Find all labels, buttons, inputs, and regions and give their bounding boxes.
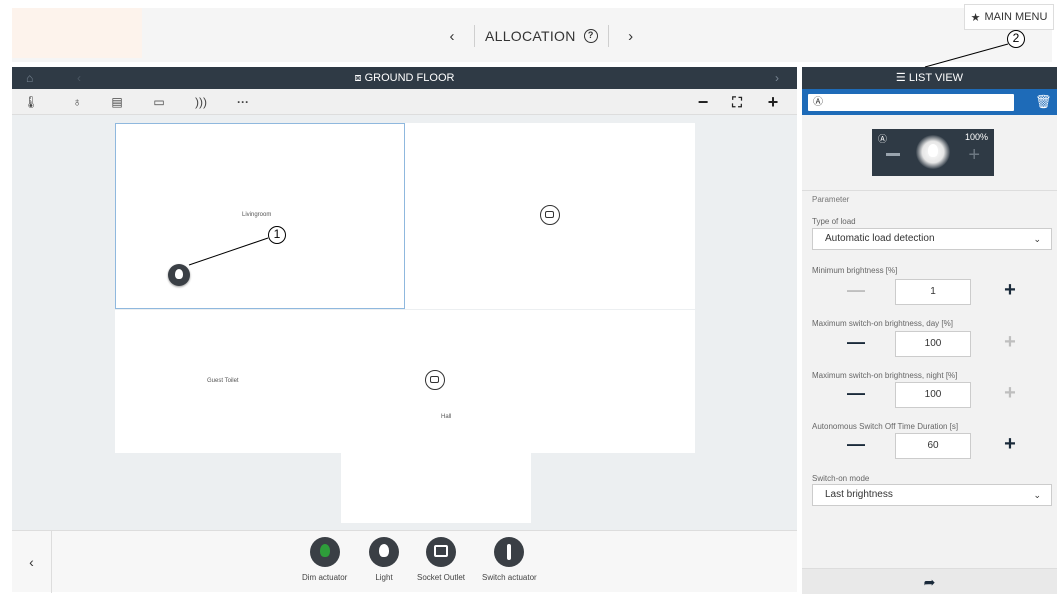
switch-on-mode-label: Switch-on mode	[812, 474, 870, 483]
palette-item-socket-outlet[interactable]: Socket Outlet	[417, 537, 465, 582]
window-icon[interactable]: ▭	[150, 93, 168, 111]
min-brightness-label: Minimum brightness [%]	[812, 266, 898, 275]
socket-outlet-icon[interactable]	[540, 205, 560, 225]
divider	[474, 25, 475, 47]
list-view-header[interactable]: ☰ LIST VIEW	[802, 67, 1057, 89]
floor-plan-canvas[interactable]: Livingroom Guest Toilet Hall	[12, 115, 797, 530]
star-icon: ★	[970, 11, 981, 24]
logo	[12, 8, 142, 58]
main-menu-button[interactable]: ★ MAIN MENU	[964, 4, 1054, 30]
device-name-input[interactable]: Ⓐ	[808, 94, 1014, 111]
auto-off-input[interactable]: 60	[895, 433, 971, 459]
palette-item-dim-actuator[interactable]: Dim actuator	[302, 537, 347, 582]
divider	[802, 190, 1057, 191]
room-label-guest-toilet: Guest Toilet	[207, 378, 239, 384]
nav-prev-button[interactable]: ‹	[440, 28, 464, 45]
more-icon[interactable]: ···	[234, 93, 252, 111]
floor-header: ⌂ ‹ ⧈ GROUND FLOOR ›	[12, 67, 797, 89]
dimmer-tile[interactable]: Ⓐ 100% +	[872, 129, 994, 176]
max-day-decrease-button[interactable]: —	[847, 331, 865, 353]
max-day-increase-button[interactable]: +	[1002, 331, 1018, 353]
socket-outlet-icon[interactable]	[425, 370, 445, 390]
light-device-icon[interactable]	[168, 264, 190, 286]
switch-on-mode-select[interactable]: Last brightness ⌄	[812, 484, 1052, 506]
floor-plan-icon: ⧈	[354, 72, 362, 84]
device-name-bar: Ⓐ 🗑	[802, 89, 1057, 115]
max-night-input[interactable]: 100	[895, 382, 971, 408]
chevron-down-icon: ⌄	[1033, 490, 1041, 500]
dim-actuator-icon	[309, 537, 340, 567]
callout-2: 2	[1007, 30, 1025, 48]
palette-item-light[interactable]: Light	[369, 537, 399, 582]
type-of-load-select[interactable]: Automatic load detection ⌄	[812, 228, 1052, 250]
floor-next-button[interactable]: ›	[775, 71, 779, 85]
dim-up-button[interactable]: +	[968, 145, 980, 165]
palette-item-switch-actuator[interactable]: Switch actuator	[482, 537, 537, 582]
socket-outlet-icon	[426, 537, 457, 567]
parameter-title: Parameter	[812, 195, 850, 204]
zoom-in-button[interactable]: +	[762, 91, 784, 113]
auto-off-increase-button[interactable]: +	[1002, 433, 1018, 455]
min-brightness-decrease-button[interactable]: —	[847, 279, 865, 301]
auto-off-label: Autonomous Switch Off Time Duration [s]	[812, 422, 959, 431]
trash-icon[interactable]: 🗑	[1035, 94, 1052, 110]
device-palette: ‹ Dim actuator Light Socket Outlet Switc…	[12, 530, 797, 593]
floor-toolbar: 🌡 ♁ ▤ ▭ ))) ··· − ⛶ +	[12, 89, 797, 115]
chevron-down-icon: ⌄	[1033, 234, 1041, 244]
bulb-icon	[928, 144, 938, 157]
app-root: ‹ ALLOCATION ? › ★ MAIN MENU ⌂ ‹ ⧈ GROUN…	[0, 0, 1059, 598]
floor-title: ⧈ GROUND FLOOR	[354, 72, 455, 84]
parameter-panel: Ⓐ 100% + Parameter Type of load Automati…	[802, 115, 1057, 568]
max-night-increase-button[interactable]: +	[1002, 382, 1018, 404]
room-guest-toilet[interactable]: Guest Toilet	[115, 310, 341, 453]
auto-mode-icon: Ⓐ	[878, 134, 888, 144]
question-icon[interactable]: ?	[583, 29, 598, 43]
nav-next-button[interactable]: ›	[619, 28, 643, 45]
light-icon	[369, 537, 399, 567]
list-icon: ☰	[895, 72, 906, 84]
blind-icon[interactable]: ▤	[108, 93, 126, 111]
room-hall-extension[interactable]	[341, 453, 531, 523]
fit-view-icon[interactable]: ⛶	[726, 91, 748, 113]
type-of-load-label: Type of load	[812, 217, 856, 226]
auto-off-decrease-button[interactable]: —	[847, 433, 865, 455]
wireless-icon[interactable]: )))	[192, 93, 210, 111]
min-brightness-increase-button[interactable]: +	[1002, 279, 1018, 301]
switch-actuator-icon	[494, 537, 525, 567]
max-day-input[interactable]: 100	[895, 331, 971, 357]
room-hall[interactable]: Hall	[341, 310, 695, 453]
room-unnamed[interactable]	[405, 123, 695, 309]
dim-down-button[interactable]	[886, 153, 900, 156]
room-label-hall: Hall	[441, 414, 452, 420]
palette-back-button[interactable]: ‹	[12, 531, 52, 593]
main-menu-label: MAIN MENU	[984, 11, 1048, 23]
room-livingroom[interactable]: Livingroom	[115, 123, 405, 309]
room-label-livingroom: Livingroom	[242, 212, 272, 218]
zoom-out-button[interactable]: −	[692, 91, 714, 113]
min-brightness-input[interactable]: 1	[895, 279, 971, 305]
divider	[607, 25, 609, 47]
brightness-percent: 100%	[964, 132, 988, 142]
return-arrow-icon: ➦	[923, 574, 936, 590]
return-button[interactable]: ➦	[802, 568, 1057, 594]
max-night-decrease-button[interactable]: —	[847, 382, 865, 404]
max-day-label: Maximum switch-on brightness, day [%]	[812, 319, 953, 328]
page-title: ALLOCATION	[485, 28, 576, 44]
light-icon[interactable]: ♁	[68, 93, 86, 111]
header-navigation: ‹ ALLOCATION ? ›	[440, 24, 643, 48]
max-night-label: Maximum switch-on brightness, night [%]	[812, 371, 958, 380]
thermometer-icon[interactable]: 🌡	[22, 93, 40, 111]
callout-1: 1	[268, 226, 286, 244]
